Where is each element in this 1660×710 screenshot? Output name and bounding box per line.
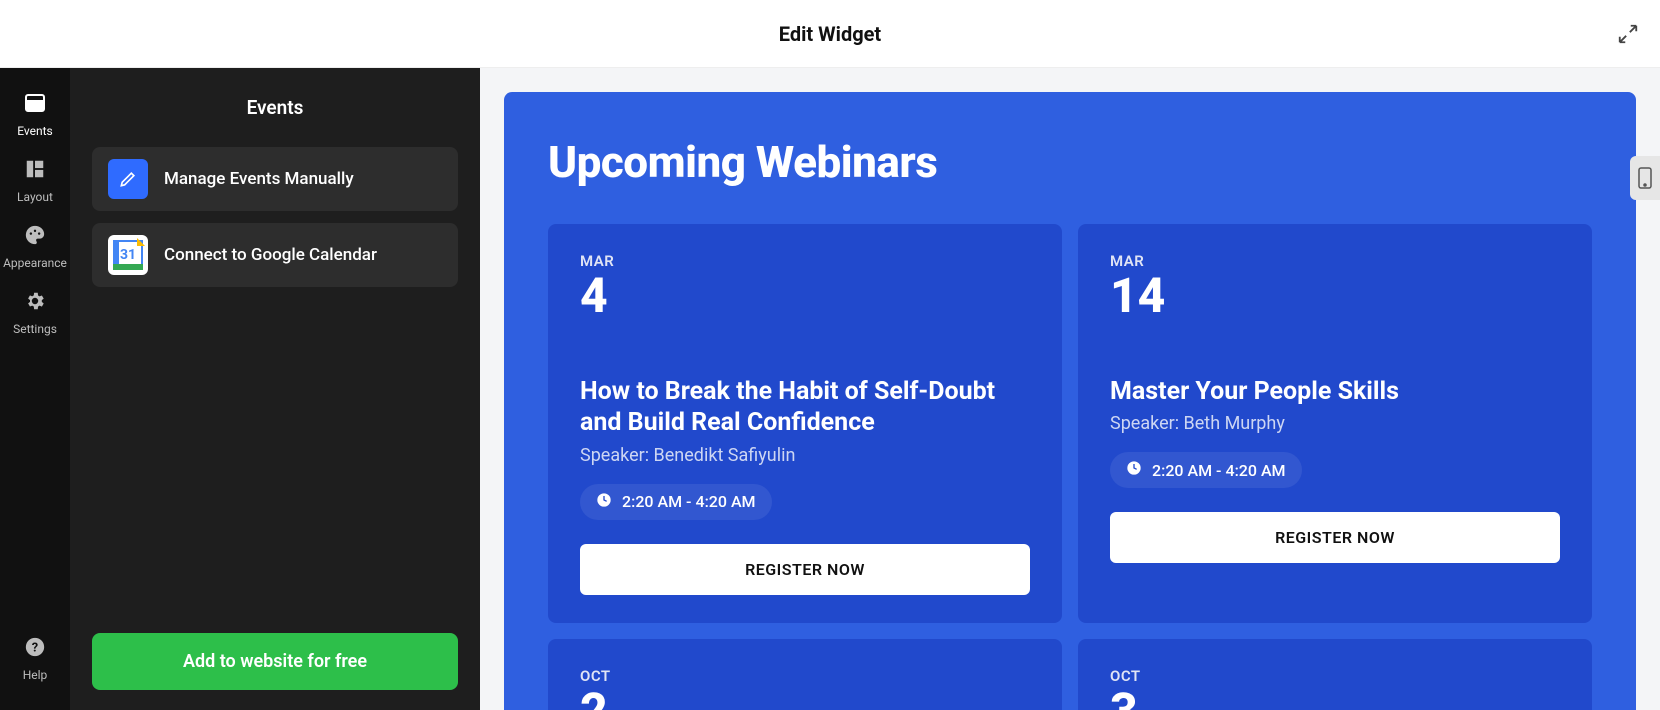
rail-item-label: Layout <box>17 190 53 204</box>
pencil-icon <box>108 159 148 199</box>
preview-canvas: Upcoming Webinars MAR 4 How to Break the… <box>504 92 1636 710</box>
event-day: 14 <box>1110 272 1560 320</box>
rail-item-label: Events <box>17 124 53 138</box>
event-card: OCT 3 <box>1078 639 1592 710</box>
clock-icon <box>1126 460 1142 480</box>
mobile-preview-toggle[interactable] <box>1630 156 1660 200</box>
header: Edit Widget <box>0 0 1660 68</box>
add-to-website-button[interactable]: Add to website for free <box>92 633 458 690</box>
event-speaker: Speaker: Beth Murphy <box>1110 413 1560 434</box>
event-time-pill: 2:20 AM - 4:20 AM <box>1110 452 1302 488</box>
preview-area: Upcoming Webinars MAR 4 How to Break the… <box>480 68 1660 710</box>
event-day: 4 <box>580 272 1030 320</box>
event-time-pill: 2:20 AM - 4:20 AM <box>580 484 772 520</box>
event-day: 3 <box>1110 687 1560 710</box>
event-speaker: Speaker: Benedikt Safiyulin <box>580 445 1030 466</box>
layout-icon <box>24 158 46 186</box>
nav-rail: Events Layout Appearance Settings <box>0 68 70 710</box>
event-card: MAR 4 How to Break the Habit of Self-Dou… <box>548 224 1062 623</box>
panel-title: Events <box>92 96 458 119</box>
register-button[interactable]: REGISTER NOW <box>580 544 1030 595</box>
rail-item-events[interactable]: Events <box>0 80 70 148</box>
rail-item-layout[interactable]: Layout <box>0 148 70 214</box>
mobile-icon <box>1638 167 1652 189</box>
palette-icon <box>24 224 46 252</box>
gear-icon <box>24 290 46 318</box>
rail-item-label: Appearance <box>3 256 67 270</box>
help-icon: ? <box>24 636 46 664</box>
page-title: Edit Widget <box>779 22 881 46</box>
expand-icon <box>1617 23 1639 45</box>
event-title: How to Break the Habit of Self-Doubt and… <box>580 376 1030 439</box>
event-card: OCT 2 <box>548 639 1062 710</box>
calendar-icon <box>23 90 47 120</box>
preview-title: Upcoming Webinars <box>548 136 1592 188</box>
option-manage-manually[interactable]: Manage Events Manually <box>92 147 458 211</box>
clock-icon <box>596 492 612 512</box>
event-month: MAR <box>580 252 1030 270</box>
event-time: 2:20 AM - 4:20 AM <box>622 492 756 511</box>
rail-item-appearance[interactable]: Appearance <box>0 214 70 280</box>
event-month: MAR <box>1110 252 1560 270</box>
rail-item-help[interactable]: ? Help <box>0 626 70 692</box>
event-day: 2 <box>580 687 1030 710</box>
google-calendar-icon: 31 <box>108 235 148 275</box>
register-button[interactable]: REGISTER NOW <box>1110 512 1560 563</box>
rail-item-label: Help <box>23 668 48 682</box>
option-label: Connect to Google Calendar <box>164 245 377 265</box>
expand-button[interactable] <box>1614 20 1642 48</box>
event-month: OCT <box>580 667 1030 685</box>
svg-text:?: ? <box>32 641 38 656</box>
event-month: OCT <box>1110 667 1560 685</box>
side-panel: Events Manage Events Manually 31 Connect… <box>70 68 480 710</box>
event-card: MAR 14 Master Your People Skills Speaker… <box>1078 224 1592 623</box>
option-label: Manage Events Manually <box>164 169 354 189</box>
option-google-calendar[interactable]: 31 Connect to Google Calendar <box>92 223 458 287</box>
rail-item-settings[interactable]: Settings <box>0 280 70 346</box>
rail-item-label: Settings <box>13 322 57 336</box>
event-title: Master Your People Skills <box>1110 376 1560 407</box>
event-time: 2:20 AM - 4:20 AM <box>1152 461 1286 480</box>
